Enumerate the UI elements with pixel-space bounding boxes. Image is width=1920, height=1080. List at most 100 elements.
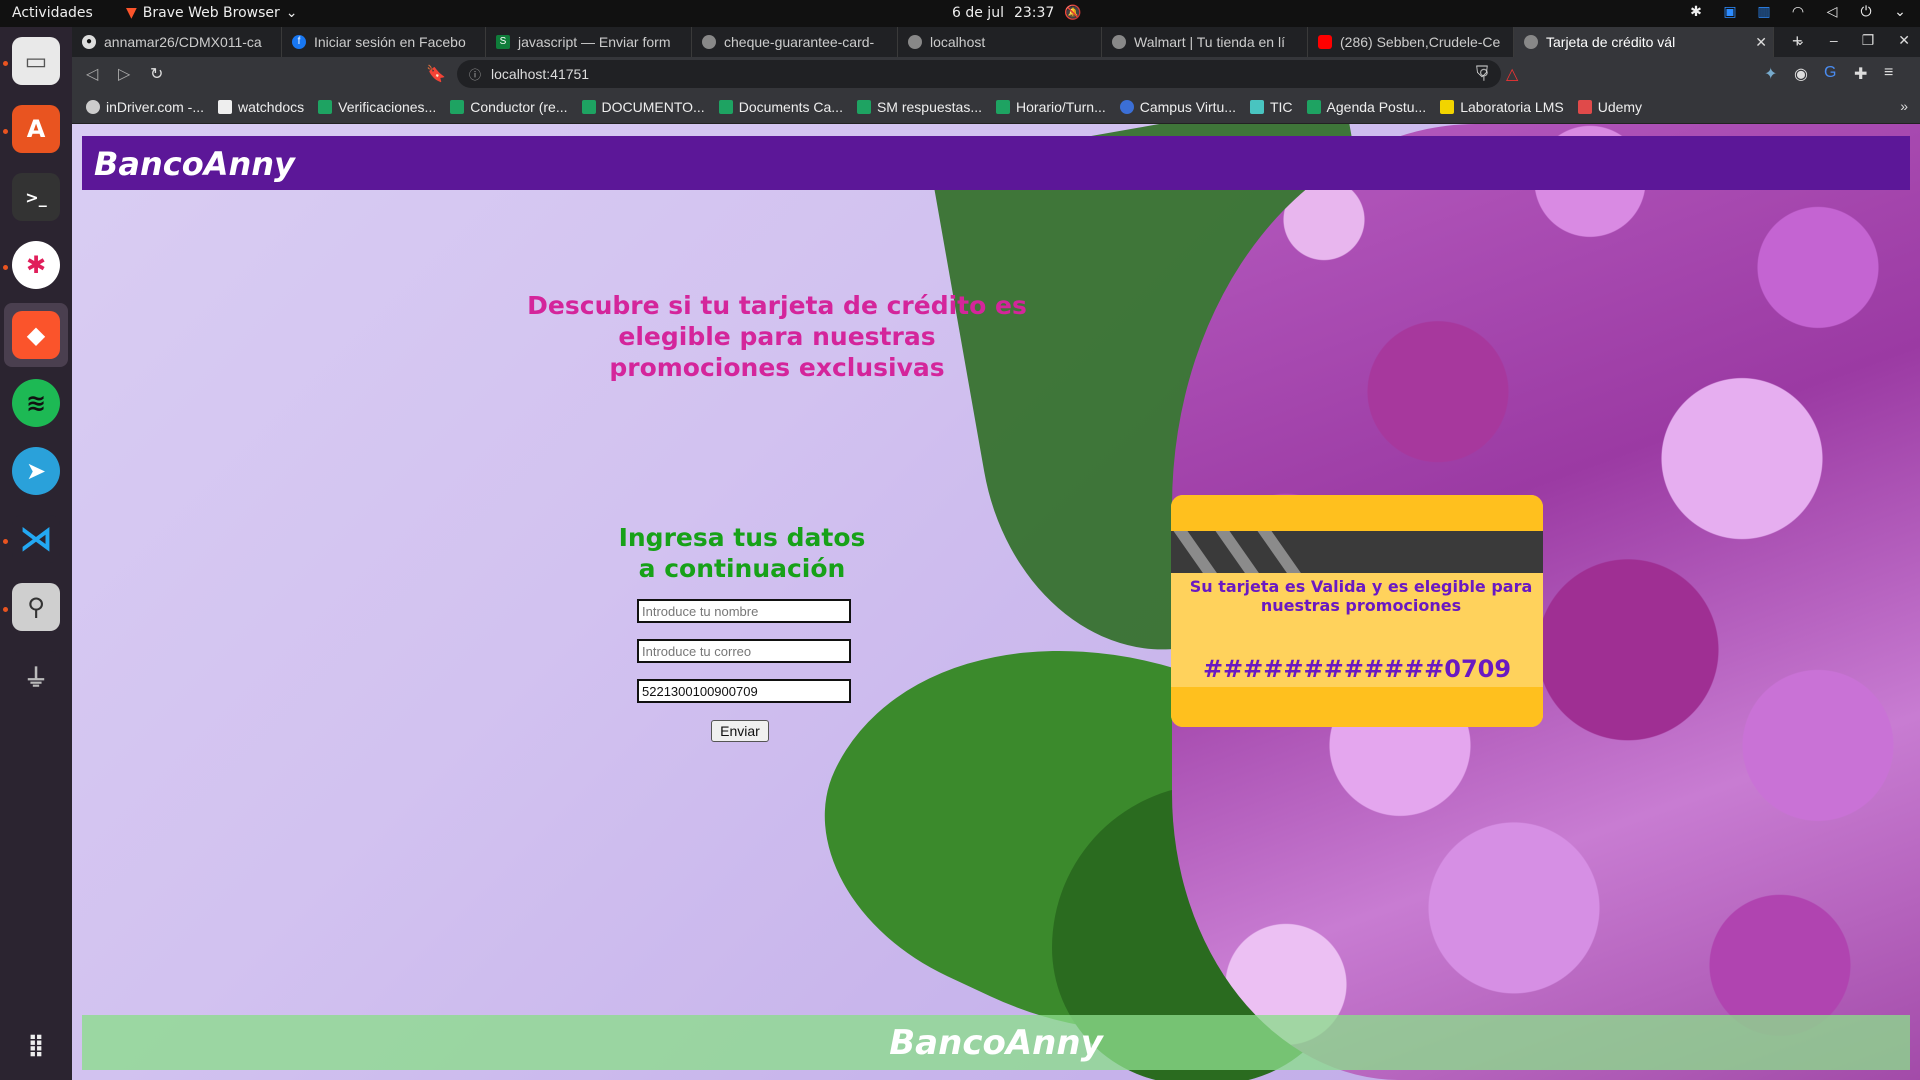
terminal-icon[interactable]: >_	[12, 173, 60, 221]
back-icon[interactable]: ◁	[86, 64, 98, 84]
vscode-icon[interactable]: ⋊	[12, 515, 60, 563]
sheets-icon	[856, 100, 871, 114]
brave-icon[interactable]: ◆	[12, 311, 60, 359]
facebook-icon: f	[292, 35, 306, 49]
tab-active[interactable]: Tarjeta de crédito vál ✕	[1514, 27, 1774, 57]
globe-icon	[1112, 35, 1126, 49]
form-title: Ingresa tus datos a continuación	[618, 523, 866, 583]
tab[interactable]: ● annamar26/CDMX011-ca	[72, 27, 282, 57]
power-icon[interactable]: ⏻	[1858, 4, 1874, 20]
files-icon[interactable]: ▭	[12, 37, 60, 85]
bookmark-icon[interactable]: 🔖	[426, 64, 446, 84]
reload-icon[interactable]: ↻	[150, 64, 163, 84]
tab[interactable]: localhost	[898, 27, 1102, 57]
usb-drive-icon[interactable]: ⏚	[12, 651, 60, 699]
watch-icon	[218, 100, 233, 114]
sheets-icon	[1306, 100, 1321, 114]
bookmark-item[interactable]: Conductor (re...	[450, 99, 568, 115]
brave-shields-icon[interactable]: ⛉	[1476, 64, 1488, 82]
bookmark-item[interactable]: Laboratoria LMS	[1440, 99, 1564, 115]
spotify-icon[interactable]: ≋	[12, 379, 60, 427]
bookmark-item[interactable]: Campus Virtu...	[1119, 99, 1236, 115]
submit-button[interactable]: Enviar	[711, 720, 769, 742]
tab[interactable]: (286) Sebben,Crudele-Ce	[1308, 27, 1514, 57]
slack-icon[interactable]: ✱	[12, 241, 60, 289]
moodle-icon	[1119, 100, 1134, 114]
bookmark-item[interactable]: Verificaciones...	[318, 99, 436, 115]
tab[interactable]: cheque-guarantee-card-	[692, 27, 898, 57]
menu-icon[interactable]: ≡	[1884, 64, 1893, 82]
zoom-tray-icon[interactable]: ▣	[1722, 4, 1738, 20]
sheets-icon	[718, 100, 733, 114]
url-field[interactable]: ⓘ localhost:41751 ⚲	[457, 60, 1501, 88]
bookmarks-bar: inDriver.com -... watchdocs Verificacion…	[72, 91, 1920, 124]
sheets-icon	[996, 100, 1011, 114]
running-indicator	[3, 607, 8, 612]
app-grid-icon[interactable]: ⣿	[12, 1021, 60, 1069]
wifi-icon[interactable]: ◠	[1790, 4, 1806, 20]
minimize-icon[interactable]: –	[1830, 32, 1838, 49]
brand-logo[interactable]: BancoAnny	[94, 145, 295, 183]
telegram-icon[interactable]: ➤	[12, 447, 60, 495]
tab-title: localhost	[930, 34, 986, 50]
software-center-icon[interactable]: A	[12, 105, 60, 153]
tab-title: (286) Sebben,Crudele-Ce	[1340, 34, 1501, 50]
app-menu[interactable]: ▼ Brave Web Browser ⌄	[126, 5, 298, 21]
running-indicator	[3, 129, 8, 134]
slack-tray-icon[interactable]: ✱	[1688, 4, 1704, 20]
name-field[interactable]	[637, 599, 851, 623]
address-bar-row: ◁ ▷ ↻ 🔖 ⓘ localhost:41751 ⚲ ⛉ △ ✦ ◉ G ✚ …	[72, 57, 1920, 91]
globe-icon	[1524, 35, 1538, 49]
bookmark-item[interactable]: TIC	[1249, 99, 1293, 115]
brave-rewards-icon[interactable]: △	[1506, 64, 1518, 84]
sheets-icon	[318, 100, 333, 114]
bookmark-item[interactable]: Udemy	[1577, 99, 1642, 115]
globe-icon	[86, 100, 100, 114]
volume-icon[interactable]: ◁	[1824, 4, 1840, 20]
puzzle-icon[interactable]: ✚	[1854, 64, 1867, 84]
card-number-field[interactable]	[637, 679, 851, 703]
magnifier-icon[interactable]: ⚲	[12, 583, 60, 631]
extension-icon[interactable]: ✦	[1764, 64, 1777, 84]
bookmark-item[interactable]: Documents Ca...	[718, 99, 843, 115]
close-window-icon[interactable]: ✕	[1898, 32, 1910, 49]
bookmark-item[interactable]: DOCUMENTO...	[581, 99, 705, 115]
bookmark-item[interactable]: inDriver.com -...	[86, 99, 204, 115]
system-tray[interactable]: ✱ ▣ ▥ ◠ ◁ ⏻ ⌄	[1688, 4, 1908, 20]
validation-message: Su tarjeta es Valida y es elegible para …	[1189, 577, 1533, 615]
more-bookmarks-icon[interactable]: »	[1900, 98, 1908, 114]
extension-icon[interactable]: ◉	[1794, 64, 1808, 84]
tab[interactable]: Walmart | Tu tienda en lí	[1102, 27, 1308, 57]
tab[interactable]: S javascript — Enviar form	[486, 27, 692, 57]
translate-icon[interactable]: G	[1824, 64, 1836, 82]
tab-title: javascript — Enviar form	[518, 34, 671, 50]
clock[interactable]: 6 de jul 23:37 🔕	[952, 5, 1082, 21]
tab-title: Tarjeta de crédito vál	[1546, 34, 1676, 50]
brave-lion-icon: ▼	[126, 5, 137, 21]
tab-bar: ● annamar26/CDMX011-ca f Iniciar sesión …	[72, 27, 1920, 57]
bookmark-item[interactable]: Agenda Postu...	[1306, 99, 1426, 115]
tab[interactable]: f Iniciar sesión en Facebo	[282, 27, 486, 57]
window-controls: ⌄ – ❐ ✕	[1794, 32, 1910, 49]
chevron-down-icon: ⌄	[285, 5, 298, 21]
tab-search-icon[interactable]: ⌄	[1794, 32, 1806, 49]
info-icon[interactable]: ⓘ	[469, 66, 481, 83]
forward-icon[interactable]: ▷	[118, 64, 130, 84]
chevron-down-icon[interactable]: ⌄	[1892, 4, 1908, 20]
tic-icon	[1249, 100, 1264, 114]
tab-title: Iniciar sesión en Facebo	[314, 34, 466, 50]
stackoverflow-icon: S	[496, 35, 510, 49]
sheets-icon	[581, 100, 596, 114]
web-page: BancoAnny Descubre si tu tarjeta de créd…	[72, 124, 1920, 1080]
globe-icon	[702, 35, 716, 49]
card-bottom-band	[1171, 687, 1543, 727]
activities-button[interactable]: Actividades	[12, 5, 93, 21]
email-field[interactable]	[637, 639, 851, 663]
bookmark-item[interactable]: Horario/Turn...	[996, 99, 1106, 115]
bookmark-item[interactable]: SM respuestas...	[856, 99, 982, 115]
close-icon[interactable]: ✕	[1755, 34, 1767, 51]
bookmark-item[interactable]: watchdocs	[218, 99, 304, 115]
trello-tray-icon[interactable]: ▥	[1756, 4, 1772, 20]
restore-icon[interactable]: ❐	[1862, 32, 1875, 49]
tab-title: annamar26/CDMX011-ca	[104, 34, 262, 50]
